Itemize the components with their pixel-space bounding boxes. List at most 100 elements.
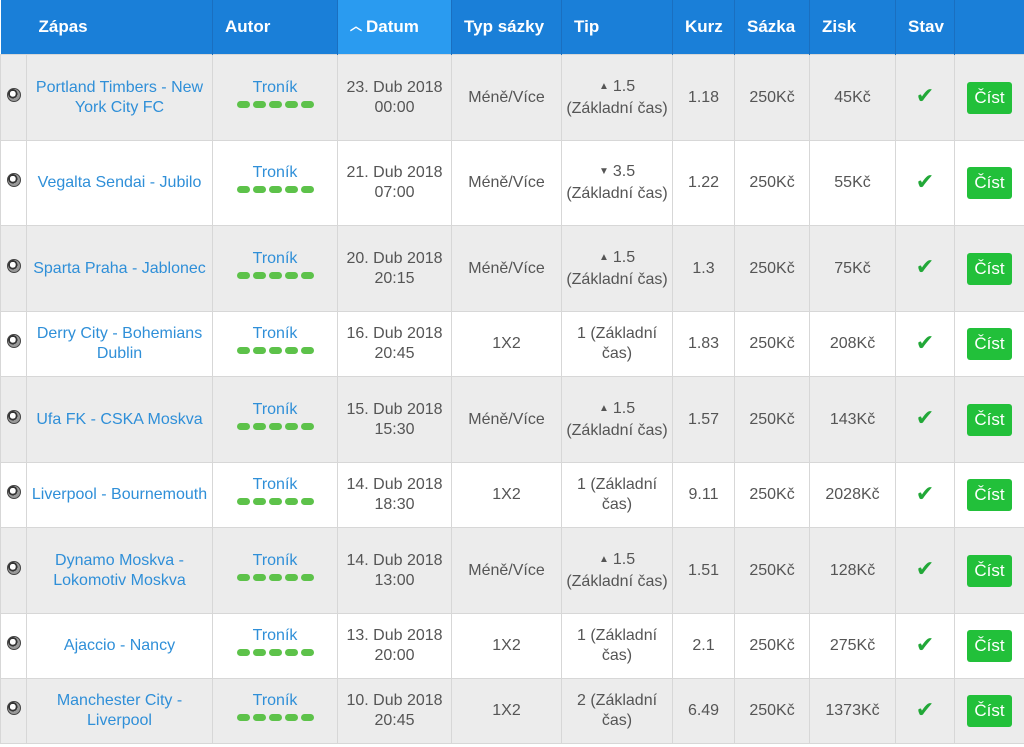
rating-dot xyxy=(268,714,282,721)
rating-dot xyxy=(236,573,250,581)
col-header-profit-label: Zisk xyxy=(822,17,857,36)
tip-text: (Základní čas) xyxy=(590,627,658,664)
odds-cell: 9.11 xyxy=(672,462,736,528)
rating-dot xyxy=(268,573,282,581)
author-link[interactable]: Troník xyxy=(217,475,333,495)
stake-cell: 250Kč xyxy=(734,311,811,377)
sort-asc-icon: ︿ xyxy=(350,19,363,33)
check-icon: ✔ xyxy=(915,631,935,657)
rating-dot xyxy=(300,186,314,193)
status-cell: ✔ xyxy=(895,225,956,312)
profit-cell: 2028Kč xyxy=(809,462,897,528)
football-icon xyxy=(6,701,21,715)
rating-dot xyxy=(236,714,250,721)
date-cell: 23. Dub 2018 00:00 xyxy=(337,54,453,141)
read-button[interactable]: Číst xyxy=(967,328,1012,360)
stake-cell: 250Kč xyxy=(734,376,811,463)
read-button[interactable]: Číst xyxy=(967,695,1012,727)
tip-value: 3.5 xyxy=(612,163,636,180)
odds-cell: 1.3 xyxy=(672,225,736,312)
read-button[interactable]: Číst xyxy=(967,81,1012,114)
author-link[interactable]: Troník xyxy=(217,324,333,344)
tips-table: Zápas Autor ︿ Datum Typ sázky Tip Kurz Sá… xyxy=(0,0,1024,744)
match-cell: Manchester City - Liverpool xyxy=(25,678,214,744)
match-link[interactable]: Derry City - Bohemians Dublin xyxy=(37,325,202,362)
match-link[interactable]: Dynamo Moskva - Lokomotiv Moskva xyxy=(53,552,186,589)
date-cell: 14. Dub 2018 18:30 xyxy=(337,462,453,528)
date-cell: 16. Dub 2018 20:45 xyxy=(337,311,453,377)
action-cell: Číst xyxy=(954,140,1024,226)
bet-type-cell: 1X2 xyxy=(451,462,563,528)
author-link[interactable]: Troník xyxy=(217,626,333,646)
tip-cell: 1 (Základní čas) xyxy=(561,462,674,528)
date-cell: 15. Dub 2018 15:30 xyxy=(337,376,453,463)
read-button[interactable]: Číst xyxy=(967,167,1012,199)
tip-text: (Základní čas) xyxy=(566,185,668,202)
rating-dot xyxy=(268,498,282,505)
tip-value: 1.5 xyxy=(612,550,636,568)
match-link[interactable]: Ajaccio - Nancy xyxy=(64,637,175,654)
rating-dot xyxy=(236,186,250,193)
author-link[interactable]: Troník xyxy=(217,163,333,183)
col-header-stake[interactable]: Sázka xyxy=(734,0,811,55)
col-header-match[interactable]: Zápas xyxy=(0,0,214,55)
match-link[interactable]: Portland Timbers - New York City FC xyxy=(36,79,203,116)
rating-dot xyxy=(252,100,266,108)
tip-value: 1 xyxy=(576,476,586,493)
author-link[interactable]: Troník xyxy=(217,551,333,571)
table-row: Manchester City - Liverpool Troník 10. Dub… xyxy=(0,678,1024,744)
date-cell: 20. Dub 2018 20:15 xyxy=(337,225,453,312)
author-link[interactable]: Troník xyxy=(217,78,333,98)
col-header-tip[interactable]: Tip xyxy=(561,0,674,55)
col-header-odds[interactable]: Kurz xyxy=(672,0,736,55)
date-cell: 14. Dub 2018 13:00 xyxy=(337,527,453,614)
table-row: Sparta Praha - Jablonec Troník 20. Dub 201… xyxy=(0,225,1024,312)
author-link[interactable]: Troník xyxy=(217,691,333,711)
col-header-date[interactable]: ︿ Datum xyxy=(337,0,453,55)
read-button[interactable]: Číst xyxy=(967,403,1012,436)
col-header-bet-type[interactable]: Typ sázky xyxy=(451,0,563,55)
rating-dot xyxy=(252,186,266,193)
tip-cell: ▲ 1.5 (Základní čas) xyxy=(561,376,674,463)
match-cell: Ajaccio - Nancy xyxy=(25,613,214,679)
rating-dot xyxy=(284,100,298,108)
read-button[interactable]: Číst xyxy=(967,252,1012,285)
col-header-stake-label: Sázka xyxy=(747,17,796,36)
col-header-author[interactable]: Autor xyxy=(212,0,339,55)
status-cell: ✔ xyxy=(895,613,956,679)
rating-dot xyxy=(236,649,250,656)
match-link[interactable]: Liverpool - Bournemouth xyxy=(32,486,207,503)
rating-dot xyxy=(252,649,266,656)
tip-value: 1 xyxy=(576,325,586,342)
author-link[interactable]: Troník xyxy=(217,249,333,269)
tip-value: 1 xyxy=(576,627,586,644)
rating-dot xyxy=(252,422,266,430)
date-cell: 10. Dub 2018 20:45 xyxy=(337,678,453,744)
read-button[interactable]: Číst xyxy=(967,554,1012,587)
football-icon xyxy=(6,409,21,424)
col-header-status[interactable]: Stav xyxy=(895,0,956,55)
match-link[interactable]: Ufa FK - CSKA Moskva xyxy=(36,411,202,428)
author-link[interactable]: Troník xyxy=(217,400,333,420)
match-link[interactable]: Manchester City - Liverpool xyxy=(57,692,182,729)
odds-cell: 2.1 xyxy=(672,613,736,679)
col-header-odds-label: Kurz xyxy=(685,17,723,36)
table-body: Portland Timbers - New York City FC Troní… xyxy=(0,54,1024,744)
read-button[interactable]: Číst xyxy=(967,479,1012,511)
match-link[interactable]: Vegalta Sendai - Jubilo xyxy=(38,174,202,191)
tip-cell: ▲ 1.5 (Základní čas) xyxy=(561,225,674,312)
read-button[interactable]: Číst xyxy=(967,630,1012,662)
check-icon: ✔ xyxy=(915,405,935,430)
col-header-profit[interactable]: Zisk xyxy=(809,0,897,55)
tip-text: (Základní čas) xyxy=(566,421,668,439)
table-row: Dynamo Moskva - Lokomotiv Moskva Troník 14… xyxy=(0,527,1024,614)
rating-dot xyxy=(284,498,298,505)
sport-cell xyxy=(0,527,27,614)
match-cell: Portland Timbers - New York City FC xyxy=(25,54,214,141)
rating-dot xyxy=(284,271,298,279)
rating-dot xyxy=(300,573,314,581)
over-arrow-icon: ▲ xyxy=(598,402,609,414)
table-row: Portland Timbers - New York City FC Troní… xyxy=(0,54,1024,141)
bet-type-cell: 1X2 xyxy=(451,613,563,679)
match-link[interactable]: Sparta Praha - Jablonec xyxy=(33,260,206,277)
